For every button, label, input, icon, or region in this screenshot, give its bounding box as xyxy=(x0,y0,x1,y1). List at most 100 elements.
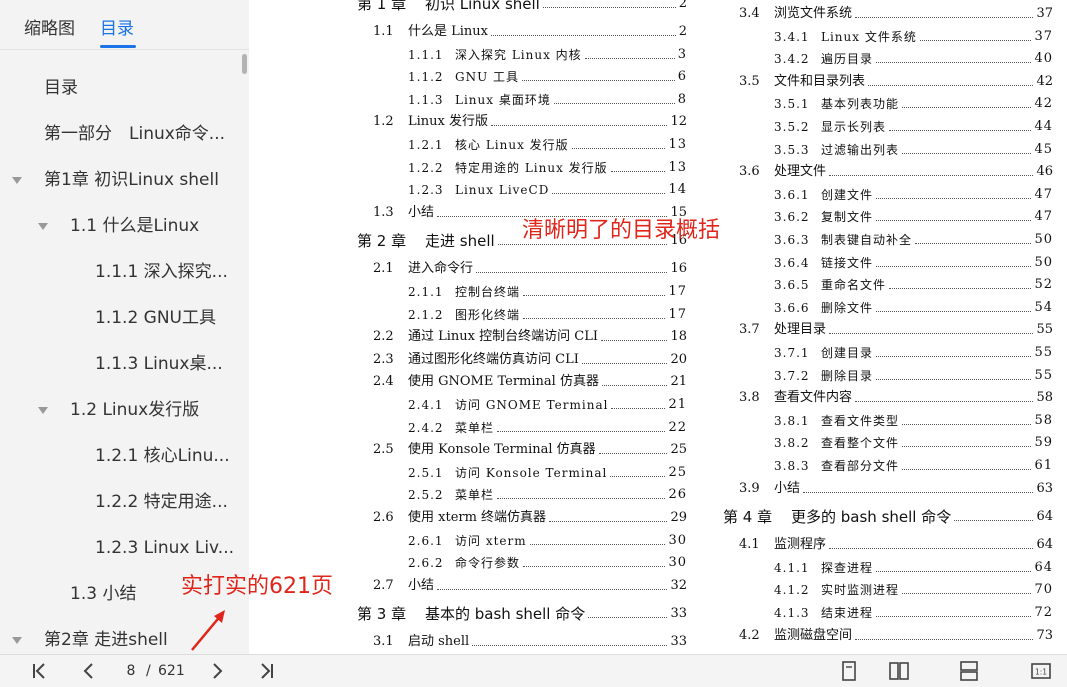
toc-entry[interactable]: 2.4.1 访问 GNOME Terminal 21 xyxy=(408,395,687,415)
toc-entry-title: Linux LiveCD xyxy=(455,183,550,198)
toc-entry[interactable]: 1.1 什么是 Linux 2 xyxy=(373,22,687,42)
toc-entry[interactable]: 3.4.1 Linux 文件系统 37 xyxy=(774,27,1053,47)
toc-entry[interactable]: 2.6.1 访问 xterm 30 xyxy=(408,531,687,551)
toc-entry[interactable]: 1.2.3 Linux LiveCD 14 xyxy=(408,180,687,200)
single-page-view-button[interactable] xyxy=(837,659,861,683)
toc-entry-title: 更多的 bash shell 命令 xyxy=(791,508,952,527)
toc-entry[interactable]: 2.1.2 图形化终端 17 xyxy=(408,305,687,325)
toc-entry-number: 3.5.2 xyxy=(774,120,810,134)
toc-entry[interactable]: 4.1.1 探查进程 64 xyxy=(774,558,1053,578)
toc-entry[interactable]: 3.8 查看文件内容 58 xyxy=(739,388,1053,408)
toc-entry[interactable]: 3.8.1 查看文件类型 58 xyxy=(774,411,1053,431)
toc-entry[interactable]: 1.1.1 深入探究 Linux 内核 3 xyxy=(408,45,687,65)
sidebar-item[interactable]: 1.2.1 核心Linu... xyxy=(95,441,236,471)
tab-toc[interactable]: 目录 xyxy=(100,14,134,39)
toc-entry[interactable]: 3.5.2 显示长列表 44 xyxy=(774,117,1053,137)
first-page-button[interactable] xyxy=(27,659,51,683)
sidebar-item[interactable]: 1.2.3 Linux Liv... xyxy=(95,533,236,563)
toc-entry[interactable]: 2.7 小结 32 xyxy=(373,576,687,596)
toc-entry[interactable]: 2.4 使用 GNOME Terminal 仿真器 21 xyxy=(373,372,687,392)
toc-entry[interactable]: 3.1 启动 shell 33 xyxy=(373,632,687,652)
expand-caret-icon[interactable] xyxy=(12,177,22,184)
toc-entry[interactable]: 2.5.2 菜单栏 26 xyxy=(408,485,687,505)
toc-entry[interactable]: 4.1.2 实时监测进程 70 xyxy=(774,580,1053,600)
toc-entry[interactable]: 2.6 使用 xterm 终端仿真器 29 xyxy=(373,508,687,528)
toc-entry[interactable]: 2.5 使用 Konsole Terminal 仿真器 25 xyxy=(373,440,687,460)
toc-entry[interactable]: 3.6.6 删除文件 54 xyxy=(774,298,1053,318)
sidebar-scrollbar[interactable] xyxy=(242,54,247,74)
double-page-view-button[interactable] xyxy=(887,659,911,683)
sidebar-item[interactable]: 1.1.3 Linux桌... xyxy=(95,349,236,379)
toc-entry-page: 17 xyxy=(668,284,687,299)
toc-entry[interactable]: 3.4 浏览文件系统 37 xyxy=(739,4,1053,24)
toc-entry[interactable]: 3.5 文件和目录列表 42 xyxy=(739,72,1053,92)
toc-entry[interactable]: 1.2.1 核心 Linux 发行版 13 xyxy=(408,135,687,155)
sidebar-item[interactable]: 1.1.1 深入探究... xyxy=(95,257,236,287)
toc-entry[interactable]: 2.3 通过图形化终端仿真访问 CLI 20 xyxy=(373,350,687,370)
prev-page-button[interactable] xyxy=(77,659,101,683)
continuous-scroll-button[interactable] xyxy=(957,659,981,683)
toc-entry[interactable]: 4.2 监测磁盘空间 73 xyxy=(739,626,1053,646)
page-number-input[interactable]: 8 xyxy=(120,663,142,679)
expand-caret-icon[interactable] xyxy=(12,637,22,644)
toc-entry[interactable]: 3.6.1 创建文件 47 xyxy=(774,185,1053,205)
toc-entry-number: 第 4 章 xyxy=(723,508,773,527)
toc-entry[interactable]: 1.2 Linux 发行版 12 xyxy=(373,112,687,132)
toc-entry[interactable]: 1.1.2 GNU 工具 6 xyxy=(408,67,687,87)
toc-entry[interactable]: 3.8.2 查看整个文件 59 xyxy=(774,433,1053,453)
toc-entry[interactable]: 4.1.3 结束进程 72 xyxy=(774,603,1053,623)
toc-entry-page: 72 xyxy=(1034,605,1053,620)
toc-entry-number: 第 1 章 xyxy=(357,0,407,13)
toc-entry[interactable]: 1.1.3 Linux 桌面环境 8 xyxy=(408,90,687,110)
page-separator: / xyxy=(146,663,151,679)
toc-entry[interactable]: 3.6 处理文件 46 xyxy=(739,162,1053,182)
toc-entry[interactable]: 3.6.3 制表键自动补全 50 xyxy=(774,230,1053,250)
expand-caret-icon[interactable] xyxy=(38,407,48,414)
toc-entry-page: 45 xyxy=(1034,141,1053,157)
toc-entry[interactable]: 3.6.4 链接文件 50 xyxy=(774,253,1053,273)
last-page-button[interactable] xyxy=(255,659,279,683)
toc-entry[interactable]: 第 3 章基本的 bash shell 命令 33 xyxy=(357,604,687,624)
sidebar-item[interactable]: 目录 xyxy=(44,73,236,103)
toc-entry-page: 70 xyxy=(1034,582,1053,598)
actual-size-button[interactable]: 1:1 xyxy=(1029,659,1053,683)
next-page-button[interactable] xyxy=(205,659,229,683)
toc-leader-dots xyxy=(491,125,667,127)
toc-entry[interactable]: 第 1 章 初识 Linux shell 2 xyxy=(357,0,687,14)
toc-entry[interactable]: 2.4.2 菜单栏 22 xyxy=(408,418,687,438)
toc-entry[interactable]: 3.6.2 复制文件 47 xyxy=(774,207,1053,227)
toc-entry[interactable]: 3.6.5 重命名文件 52 xyxy=(774,275,1053,295)
toc-entry-page: 21 xyxy=(670,374,687,390)
toc-entry[interactable]: 3.9 小结 63 xyxy=(739,479,1053,499)
toc-entry[interactable]: 2.6.2 命令行参数 30 xyxy=(408,553,687,573)
toc-entry-title: 小结 xyxy=(774,480,801,496)
toc-entry[interactable]: 3.7 处理目录 55 xyxy=(739,320,1053,340)
sidebar-item[interactable]: 1.1 什么是Linux xyxy=(70,211,236,241)
toc-entry-number: 2.6.1 xyxy=(408,533,444,548)
toc-entry-title: 深入探究 Linux 内核 xyxy=(455,47,582,62)
toc-entry-title: 创建目录 xyxy=(821,346,874,360)
toc-entry[interactable]: 3.7.2 删除目录 55 xyxy=(774,366,1053,386)
toc-entry[interactable]: 2.5.1 访问 Konsole Terminal 25 xyxy=(408,463,687,483)
tab-thumbnails[interactable]: 缩略图 xyxy=(24,14,75,39)
toc-entry[interactable]: 3.4.2 遍历目录 40 xyxy=(774,49,1053,69)
toc-entry[interactable]: 2.1 进入命令行 16 xyxy=(373,259,687,279)
toc-entry[interactable]: 4.1 监测程序 64 xyxy=(739,535,1053,555)
toc-leader-dots xyxy=(588,617,667,619)
toc-entry[interactable]: 3.5.3 过滤输出列表 45 xyxy=(774,140,1053,160)
sidebar-item[interactable]: 第一部分 Linux命令... xyxy=(44,119,236,149)
sidebar-item[interactable]: 1.1.2 GNU工具 xyxy=(95,303,236,333)
toc-entry[interactable]: 3.7.1 创建目录 55 xyxy=(774,343,1053,363)
toc-entry[interactable]: 1.2.2 特定用途的 Linux 发行版 13 xyxy=(408,158,687,178)
sidebar-item[interactable]: 第1章 初识Linux shell xyxy=(44,165,236,195)
single-page-icon xyxy=(842,661,856,681)
toc-entry[interactable]: 2.1.1 控制台终端 17 xyxy=(408,282,687,302)
sidebar-item[interactable]: 1.2 Linux发行版 xyxy=(70,395,236,425)
expand-caret-icon[interactable] xyxy=(38,223,48,230)
toc-entry[interactable]: 3.5.1 基本列表功能 42 xyxy=(774,94,1053,114)
toc-entry[interactable]: 3.8.3 查看部分文件 61 xyxy=(774,456,1053,476)
toc-entry[interactable]: 2.2 通过 Linux 控制台终端访问 CLI 18 xyxy=(373,327,687,347)
toc-entry[interactable]: 第 4 章更多的 bash shell 命令 64 xyxy=(723,507,1053,527)
toc-leader-dots xyxy=(472,645,667,647)
sidebar-item[interactable]: 1.2.2 特定用途... xyxy=(95,487,236,517)
